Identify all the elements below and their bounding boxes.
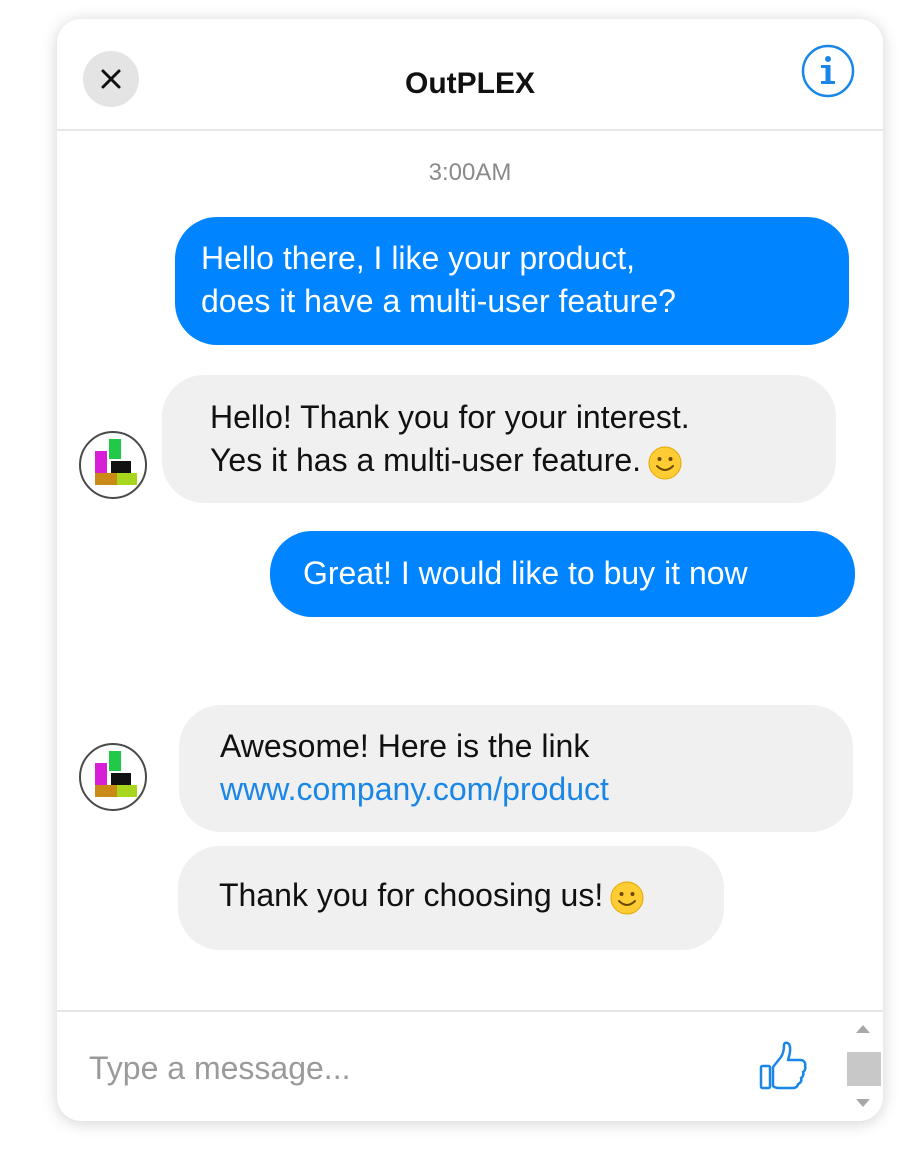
message-line: Hello! Thank you for your interest. [210,399,690,435]
incoming-message-bubble[interactable]: Awesome! Here is the link www.company.co… [179,705,853,832]
like-button[interactable] [753,1036,813,1096]
incoming-message-bubble[interactable]: Hello! Thank you for your interest. Yes … [162,375,836,503]
chat-title: OutPLEX [404,67,535,100]
chat-header: OutPLEX [57,19,883,131]
smile-emoji-icon [610,881,644,915]
message-timestamp: 3:00AM [428,159,512,186]
info-icon [801,44,855,98]
scroll-down-button[interactable] [843,1092,883,1114]
message-line: Awesome! Here is the link [220,728,590,764]
product-link[interactable]: www.company.com/product [220,768,812,811]
thumbs-up-icon [759,1041,807,1090]
message-line: Hello there, I like your product, [201,240,635,276]
message-line: Great! I would like to buy it now [303,555,748,591]
message-line: Yes it has a multi-user feature. [210,439,788,482]
message-input[interactable] [87,1042,711,1094]
scroll-up-button[interactable] [843,1018,883,1040]
company-logo-icon [95,439,137,485]
triangle-up-icon [856,1025,870,1033]
incoming-message-bubble[interactable]: Thank you for choosing us! [178,846,724,950]
outgoing-message-bubble[interactable]: Great! I would like to buy it now [270,531,855,617]
triangle-down-icon [856,1099,870,1107]
message-line: Thank you for choosing us! [219,874,683,917]
scrollbar[interactable] [843,1012,883,1121]
smile-emoji-icon [648,446,682,480]
info-button[interactable] [800,43,856,99]
company-logo-icon [95,751,137,797]
chat-window: OutPLEX 3:00AM Hello there, I like your … [57,19,883,1121]
scroll-thumb[interactable] [847,1052,881,1086]
bot-avatar[interactable] [79,431,147,499]
bot-avatar[interactable] [79,743,147,811]
message-line: does it have a multi-user feature? [201,283,676,319]
outgoing-message-bubble[interactable]: Hello there, I like your product, does i… [175,217,849,345]
message-composer [57,1010,883,1121]
